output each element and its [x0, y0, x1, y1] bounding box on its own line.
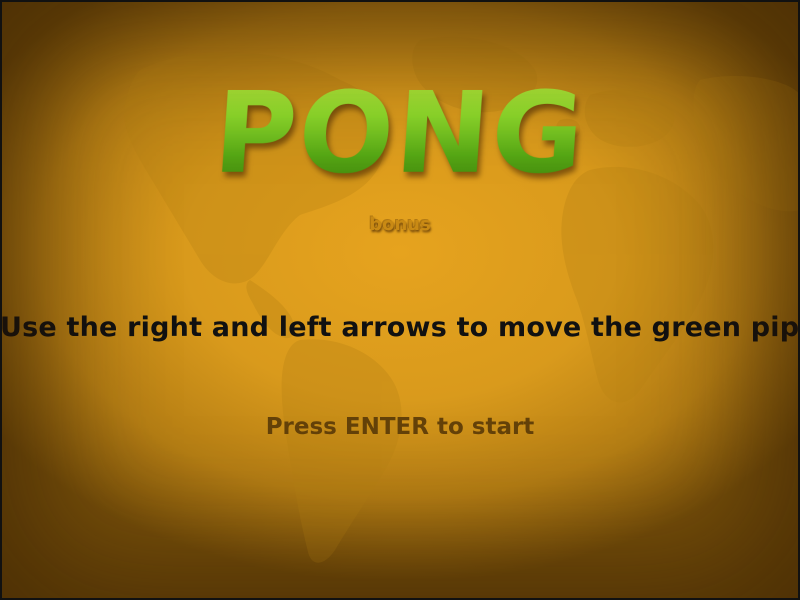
instructions-text: Use the right and left arrows to move th… [0, 312, 800, 343]
game-subtitle: bonus [369, 214, 431, 235]
game-screen[interactable]: PONG bonus Use the right and left arrows… [0, 0, 800, 600]
start-prompt[interactable]: Press ENTER to start [0, 414, 800, 440]
game-title: PONG [0, 69, 800, 199]
